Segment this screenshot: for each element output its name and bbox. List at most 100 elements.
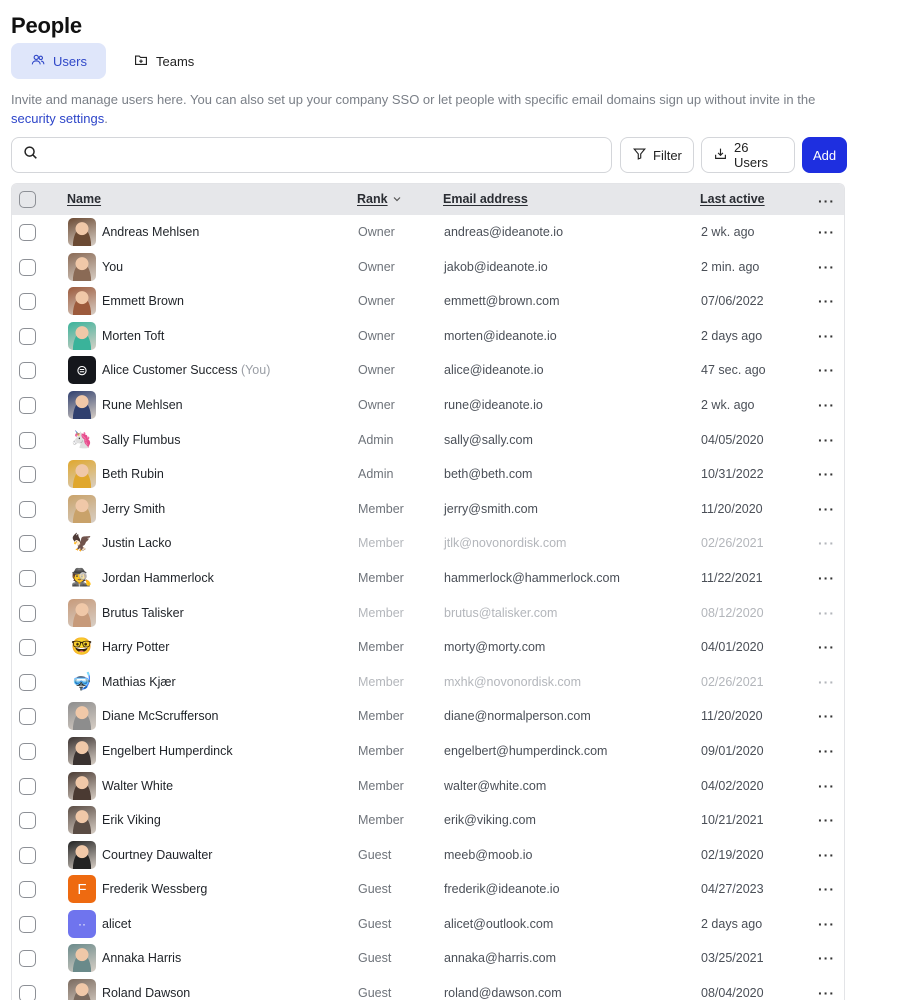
tab-users[interactable]: Users bbox=[11, 43, 106, 79]
intro-suffix: . bbox=[104, 111, 108, 126]
row-more-options-icon[interactable]: ··· bbox=[818, 294, 835, 308]
table-row[interactable]: Engelbert Humperdinck Member engelbert@hum… bbox=[12, 734, 844, 769]
row-checkbox[interactable] bbox=[19, 604, 36, 622]
table-row[interactable]: F Frederik Wessberg Guest frederik@ideanote… bbox=[12, 872, 844, 907]
more-options-icon[interactable]: ··· bbox=[818, 194, 835, 208]
table-row[interactable]: Erik Viking Member erik@viking.com 10/21/20… bbox=[12, 803, 844, 838]
row-more-options-icon[interactable]: ··· bbox=[818, 917, 835, 931]
row-more-options-icon[interactable]: ··· bbox=[818, 882, 835, 896]
row-more-options-icon[interactable]: ··· bbox=[818, 813, 835, 827]
row-more-options-icon[interactable]: ··· bbox=[818, 640, 835, 654]
row-more-options-icon[interactable]: ··· bbox=[818, 536, 835, 550]
table-row[interactable]: Andreas Mehlsen Owner andreas@ideanote.io 2… bbox=[12, 215, 844, 250]
row-more-options-icon[interactable]: ··· bbox=[818, 986, 835, 1000]
row-checkbox[interactable] bbox=[19, 466, 36, 484]
row-more-options-icon[interactable]: ··· bbox=[818, 709, 835, 723]
row-checkbox[interactable] bbox=[19, 881, 36, 899]
user-last-active: 04/01/2020 bbox=[701, 640, 764, 655]
table-row[interactable]: Beth Rubin Admin beth@beth.com 10/31/2022 ··… bbox=[12, 457, 844, 492]
table-row[interactable]: You Owner jakob@ideanote.io 2 min. ago ··· bbox=[12, 250, 844, 285]
filter-button[interactable]: Filter bbox=[620, 137, 694, 173]
table-row[interactable]: Emmett Brown Owner emmett@brown.com 07/06/2… bbox=[12, 284, 844, 319]
row-more-options-icon[interactable]: ··· bbox=[818, 329, 835, 343]
row-more-options-icon[interactable]: ··· bbox=[818, 502, 835, 516]
column-header-email[interactable]: Email address bbox=[443, 192, 528, 206]
export-users-button[interactable]: 26 Users bbox=[701, 137, 795, 173]
select-all-checkbox[interactable] bbox=[19, 191, 36, 208]
table-row[interactable]: Courtney Dauwalter Guest meeb@moob.io 02/19… bbox=[12, 838, 844, 873]
row-checkbox[interactable] bbox=[19, 535, 36, 553]
user-email: roland@dawson.com bbox=[444, 986, 562, 1000]
row-checkbox[interactable] bbox=[19, 742, 36, 760]
table-row[interactable]: ·· alicet Guest alicet@outlook.com 2 days ag… bbox=[12, 907, 844, 942]
row-checkbox[interactable] bbox=[19, 639, 36, 657]
user-name-text: You bbox=[102, 259, 124, 274]
user-last-active: 11/20/2020 bbox=[701, 501, 763, 516]
row-more-options-icon[interactable]: ··· bbox=[818, 779, 835, 793]
user-email: engelbert@humperdinck.com bbox=[444, 743, 608, 758]
row-checkbox[interactable] bbox=[19, 258, 36, 276]
user-name: Frederik Wessberg bbox=[102, 882, 207, 896]
tab-users-label: Users bbox=[53, 53, 87, 69]
user-name: Engelbert Humperdinck bbox=[102, 744, 233, 758]
table-row[interactable]: ⊜ Alice Customer Success (You) Owner alice@… bbox=[12, 353, 844, 388]
row-more-options-icon[interactable]: ··· bbox=[818, 951, 835, 965]
table-row[interactable]: Annaka Harris Guest annaka@harris.com 03/25… bbox=[12, 941, 844, 976]
column-header-last-active[interactable]: Last active bbox=[700, 192, 765, 206]
user-last-active: 02/19/2020 bbox=[701, 847, 764, 862]
row-more-options-icon[interactable]: ··· bbox=[818, 225, 835, 239]
table-row[interactable]: Walter White Member walter@white.com 04/02/… bbox=[12, 769, 844, 804]
table-row[interactable]: 🤓 Harry Potter Member morty@morty.com 04/01/… bbox=[12, 630, 844, 665]
table-row[interactable]: Rune Mehlsen Owner rune@ideanote.io 2 wk. a… bbox=[12, 388, 844, 423]
row-more-options-icon[interactable]: ··· bbox=[818, 433, 835, 447]
row-more-options-icon[interactable]: ··· bbox=[818, 398, 835, 412]
user-rank: Member bbox=[358, 778, 404, 793]
row-checkbox[interactable] bbox=[19, 500, 36, 518]
row-checkbox[interactable] bbox=[19, 293, 36, 311]
row-checkbox[interactable] bbox=[19, 915, 36, 933]
search-input[interactable] bbox=[46, 147, 611, 163]
row-checkbox[interactable] bbox=[19, 431, 36, 449]
row-checkbox[interactable] bbox=[19, 950, 36, 968]
avatar: 🦄 bbox=[68, 425, 96, 454]
row-checkbox[interactable] bbox=[19, 673, 36, 691]
security-settings-link[interactable]: security settings bbox=[11, 111, 104, 126]
row-checkbox[interactable] bbox=[19, 569, 36, 587]
row-checkbox[interactable] bbox=[19, 812, 36, 830]
row-more-options-icon[interactable]: ··· bbox=[818, 675, 835, 689]
row-more-options-icon[interactable]: ··· bbox=[818, 260, 835, 274]
add-user-button[interactable]: Add bbox=[802, 137, 847, 173]
table-row[interactable]: 🕵 Jordan Hammerlock Member hammerlock@hamme… bbox=[12, 561, 844, 596]
row-more-options-icon[interactable]: ··· bbox=[818, 848, 835, 862]
tab-teams[interactable]: Teams bbox=[114, 43, 212, 79]
row-checkbox[interactable] bbox=[19, 396, 36, 414]
row-checkbox[interactable] bbox=[19, 777, 36, 795]
table-row[interactable]: Roland Dawson Guest roland@dawson.com 08/04… bbox=[12, 976, 844, 1000]
row-more-options-icon[interactable]: ··· bbox=[818, 606, 835, 620]
row-more-options-icon[interactable]: ··· bbox=[818, 467, 835, 481]
user-rank: Guest bbox=[358, 847, 392, 862]
row-checkbox[interactable] bbox=[19, 362, 36, 380]
search-box bbox=[11, 137, 612, 173]
column-header-rank[interactable]: Rank bbox=[357, 192, 388, 206]
column-header-name[interactable]: Name bbox=[67, 192, 101, 206]
row-checkbox[interactable] bbox=[19, 985, 36, 1000]
user-name: Erik Viking bbox=[102, 813, 161, 827]
user-name: You bbox=[102, 260, 123, 274]
row-more-options-icon[interactable]: ··· bbox=[818, 744, 835, 758]
table-row[interactable]: 🦅 Justin Lacko Member jtlk@novonordisk.com 0… bbox=[12, 526, 844, 561]
table-row[interactable]: 🦄 Sally Flumbus Admin sally@sally.com 04/05/… bbox=[12, 423, 844, 458]
row-more-options-icon[interactable]: ··· bbox=[818, 571, 835, 585]
row-checkbox[interactable] bbox=[19, 846, 36, 864]
row-checkbox[interactable] bbox=[19, 708, 36, 726]
row-more-options-icon[interactable]: ··· bbox=[818, 363, 835, 377]
table-row[interactable]: Jerry Smith Member jerry@smith.com 11/20/20… bbox=[12, 492, 844, 527]
table-row[interactable]: Diane McScrufferson Member diane@normalper… bbox=[12, 699, 844, 734]
table-row[interactable]: Morten Toft Owner morten@ideanote.io 2 days… bbox=[12, 319, 844, 354]
user-name: Jordan Hammerlock bbox=[102, 571, 214, 585]
row-checkbox[interactable] bbox=[19, 224, 36, 241]
row-checkbox[interactable] bbox=[19, 327, 36, 345]
user-name: Diane McScrufferson bbox=[102, 709, 219, 723]
table-row[interactable]: 🤿 Mathias Kjær Member mxhk@novonordisk.com 0… bbox=[12, 665, 844, 700]
table-row[interactable]: Brutus Talisker Member brutus@talisker.com… bbox=[12, 596, 844, 631]
